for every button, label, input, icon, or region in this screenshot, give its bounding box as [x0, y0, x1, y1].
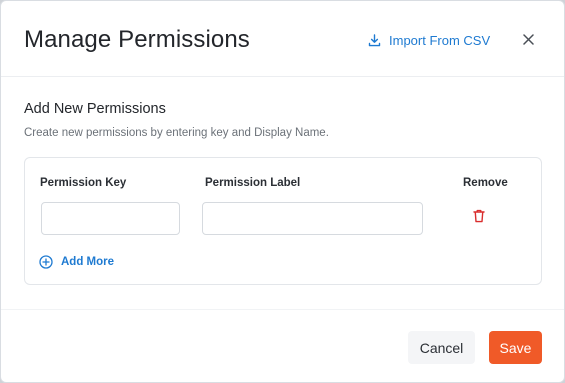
modal-header: Manage Permissions Import From CSV: [1, 1, 564, 77]
modal-title: Manage Permissions: [24, 26, 250, 53]
add-more-button[interactable]: Add More: [39, 255, 114, 269]
import-csv-label: Import From CSV: [389, 32, 491, 48]
save-button[interactable]: Save: [489, 331, 542, 364]
import-csv-link[interactable]: Import From CSV: [368, 31, 490, 49]
plus-circle-icon: [39, 255, 53, 269]
column-header-permission-key: Permission Key: [40, 177, 127, 189]
permissions-card: Permission Key Permission Label Remove A…: [24, 157, 542, 285]
section-subtitle: Create new permissions by entering key a…: [24, 127, 329, 139]
footer-divider: [1, 309, 564, 310]
cancel-button[interactable]: Cancel: [408, 331, 475, 364]
permission-key-input[interactable]: [41, 202, 180, 235]
download-icon: [368, 33, 381, 47]
trash-icon: [473, 209, 485, 228]
close-button[interactable]: [518, 31, 538, 51]
column-header-permission-label: Permission Label: [205, 177, 301, 189]
remove-row-button[interactable]: [472, 209, 486, 228]
add-more-label: Add More: [61, 256, 115, 268]
manage-permissions-modal: Manage Permissions Import From CSV Add N…: [0, 0, 565, 383]
column-header-remove: Remove: [463, 177, 508, 189]
permission-label-input[interactable]: [202, 202, 423, 235]
section-title: Add New Permissions: [24, 101, 166, 117]
close-icon: [522, 32, 534, 50]
